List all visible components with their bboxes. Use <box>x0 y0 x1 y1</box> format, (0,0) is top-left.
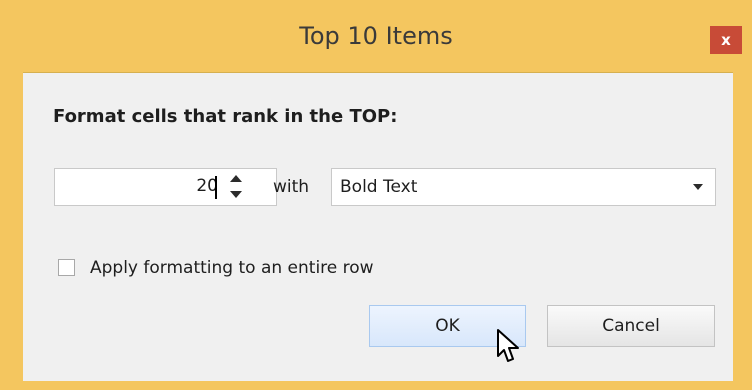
close-button[interactable]: x <box>710 26 742 54</box>
dialog-title: Top 10 Items <box>299 22 453 50</box>
spin-down-icon[interactable] <box>230 191 242 198</box>
dropdown-arrow-icon[interactable] <box>693 184 703 190</box>
dialog-body: Format cells that rank in the TOP: 20 wi… <box>23 72 733 381</box>
format-selected-value: Bold Text <box>340 177 418 197</box>
close-icon: x <box>721 31 731 49</box>
apply-row-label[interactable]: Apply formatting to an entire row <box>90 258 374 278</box>
spin-buttons[interactable] <box>227 171 247 203</box>
with-label: with <box>273 177 310 197</box>
rank-spin-input[interactable]: 20 <box>54 168 277 206</box>
mouse-cursor-icon <box>497 329 519 362</box>
cancel-button[interactable]: Cancel <box>547 305 715 347</box>
format-dropdown[interactable]: Bold Text <box>331 168 716 206</box>
spin-up-icon[interactable] <box>230 175 242 182</box>
title-bar[interactable]: Top 10 Items x <box>0 0 752 72</box>
text-caret <box>215 176 217 199</box>
apply-row-checkbox[interactable] <box>58 259 75 276</box>
top-10-items-dialog: Top 10 Items x Format cells that rank in… <box>0 0 752 390</box>
rank-heading: Format cells that rank in the TOP: <box>53 106 398 127</box>
